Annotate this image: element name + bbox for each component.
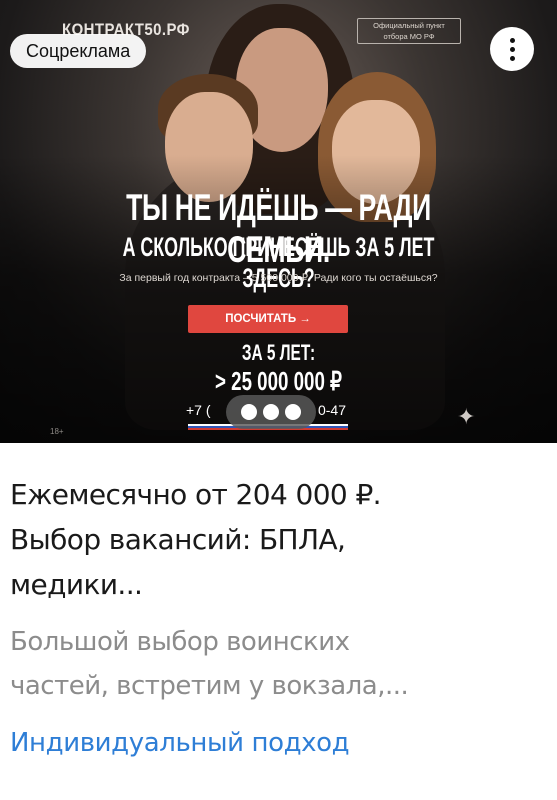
years-label: ЗА 5 ЛЕТ: xyxy=(241,340,316,365)
desc-line-1: Большой выбор воинских xyxy=(10,627,350,657)
carousel-dot xyxy=(241,404,257,420)
ad-title[interactable]: Ежемесячно от 204 000 ₽. Выбор вакансий:… xyxy=(10,472,540,607)
phone-suffix: 0-47 xyxy=(317,402,346,418)
sparkle-icon: ✦ xyxy=(457,405,476,430)
official-line-1: Официальный пункт xyxy=(373,21,445,30)
title-line-3: медики... xyxy=(10,568,143,601)
more-vertical-icon xyxy=(509,37,515,43)
official-point-badge: Официальный пункт отбора МО РФ xyxy=(357,18,461,44)
phone-prefix: +7 ( xyxy=(186,402,211,418)
social-ad-badge: Соцреклама xyxy=(10,34,147,68)
banner-caption: За первый год контракта – 5 500 000 ₽. Р… xyxy=(119,272,438,284)
calculate-button[interactable]: ПОСЧИТАТЬ → xyxy=(188,305,348,333)
age-rating: 18+ xyxy=(50,427,64,436)
official-line-2: отбора МО РФ xyxy=(383,32,435,41)
cta-link[interactable]: Индивидуальный подход xyxy=(10,728,350,758)
title-line-2: Выбор вакансий: БПЛА, xyxy=(10,523,346,556)
banner-subheadline: А СКОЛЬКО ПРИНЕСЁШЬ ЗА 5 ЛЕТ ЗДЕСЬ? xyxy=(122,232,435,293)
ad-description: Большой выбор воинских частей, встретим … xyxy=(10,620,550,708)
ad-banner[interactable]: КОНТРАКТ50.РФ Соцреклама Официальный пун… xyxy=(0,0,557,443)
carousel-indicator[interactable] xyxy=(226,395,316,429)
title-line-1: Ежемесячно от 204 000 ₽. xyxy=(10,478,382,511)
desc-line-2: частей, встретим у вокзала,... xyxy=(10,671,409,701)
carousel-dot xyxy=(263,404,279,420)
total-amount: > 25 000 000 ₽ xyxy=(215,366,342,396)
more-options-button[interactable] xyxy=(490,27,534,71)
carousel-dot xyxy=(285,404,301,420)
